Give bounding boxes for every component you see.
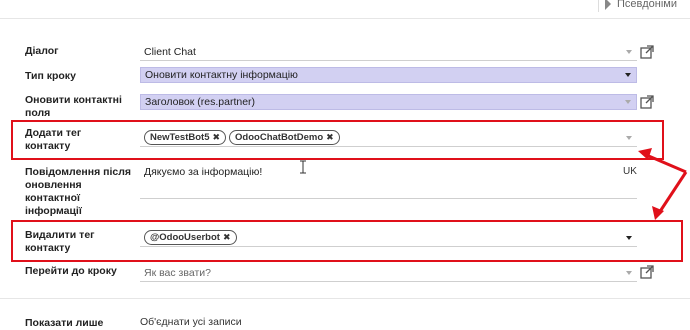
external-link-icon[interactable]	[640, 265, 654, 279]
close-icon[interactable]: ✖	[212, 132, 220, 143]
external-link-icon[interactable]	[640, 95, 654, 109]
message-label: Повідомлення після оновлення контактної …	[25, 166, 132, 217]
chevron-down-icon[interactable]	[625, 73, 631, 77]
language-toggle[interactable]: UK	[623, 166, 637, 177]
remove-tag-list: @OdooUserbot ✖	[140, 230, 240, 245]
step-type-label: Тип кроку	[25, 70, 76, 82]
chevron-down-icon[interactable]	[626, 270, 632, 275]
step-type-select[interactable]: Оновити контактну інформацію	[140, 67, 637, 83]
tag-chip: OdooChatBotDemo ✖	[229, 130, 340, 145]
tag-chip: NewTestBot5 ✖	[144, 130, 227, 145]
remove-tag-label: Видалити тег контакту	[25, 229, 95, 254]
chevron-down-icon[interactable]	[626, 135, 632, 140]
add-tag-input[interactable]: NewTestBot5 ✖ OdooChatBotDemo ✖	[140, 129, 637, 147]
add-tag-list: NewTestBot5 ✖ OdooChatBotDemo ✖	[140, 130, 343, 145]
message-textarea[interactable]	[140, 163, 637, 199]
close-icon[interactable]: ✖	[223, 232, 231, 243]
tag-chip: @OdooUserbot ✖	[144, 230, 237, 245]
update-fields-label: Оновити контактні поля	[25, 94, 122, 119]
remove-tag-input[interactable]: @OdooUserbot ✖	[140, 229, 637, 247]
close-icon[interactable]: ✖	[326, 132, 334, 143]
show-only-value[interactable]: Об'єднати усі записи	[140, 316, 242, 328]
goto-step-select[interactable]: Як вас звати?	[140, 264, 637, 282]
tag-label: @OdooUserbot	[150, 232, 220, 243]
update-fields-value: Заголовок (res.partner)	[145, 96, 256, 108]
chevron-down-icon[interactable]	[626, 235, 632, 240]
aliases-label: Псевдоніми	[617, 0, 678, 10]
tag-label: NewTestBot5	[150, 132, 210, 143]
annotation-arrowhead-down	[652, 206, 664, 220]
add-tag-label: Додати тег контакту	[25, 127, 82, 152]
dialog-select[interactable]: Client Chat	[140, 44, 637, 61]
chevron-down-icon[interactable]	[626, 50, 632, 54]
chevron-down-icon[interactable]	[625, 100, 631, 104]
dialog-label: Діалог	[25, 45, 59, 57]
top-bar: Псевдоніми	[0, 0, 690, 19]
step-type-value: Оновити контактну інформацію	[145, 69, 298, 81]
text-cursor-icon	[300, 160, 306, 174]
tag-label: OdooChatBotDemo	[235, 132, 324, 143]
annotation-arrow-down	[657, 171, 688, 214]
section-divider	[0, 298, 690, 299]
aliases-button[interactable]: Псевдоніми	[598, 0, 677, 12]
goto-step-label: Перейти до кроку	[25, 265, 117, 277]
update-fields-select[interactable]: Заголовок (res.partner)	[140, 94, 637, 110]
play-icon	[605, 0, 611, 10]
external-link-icon[interactable]	[640, 45, 654, 59]
dialog-value: Client Chat	[144, 46, 196, 58]
goto-step-placeholder: Як вас звати?	[144, 266, 211, 279]
